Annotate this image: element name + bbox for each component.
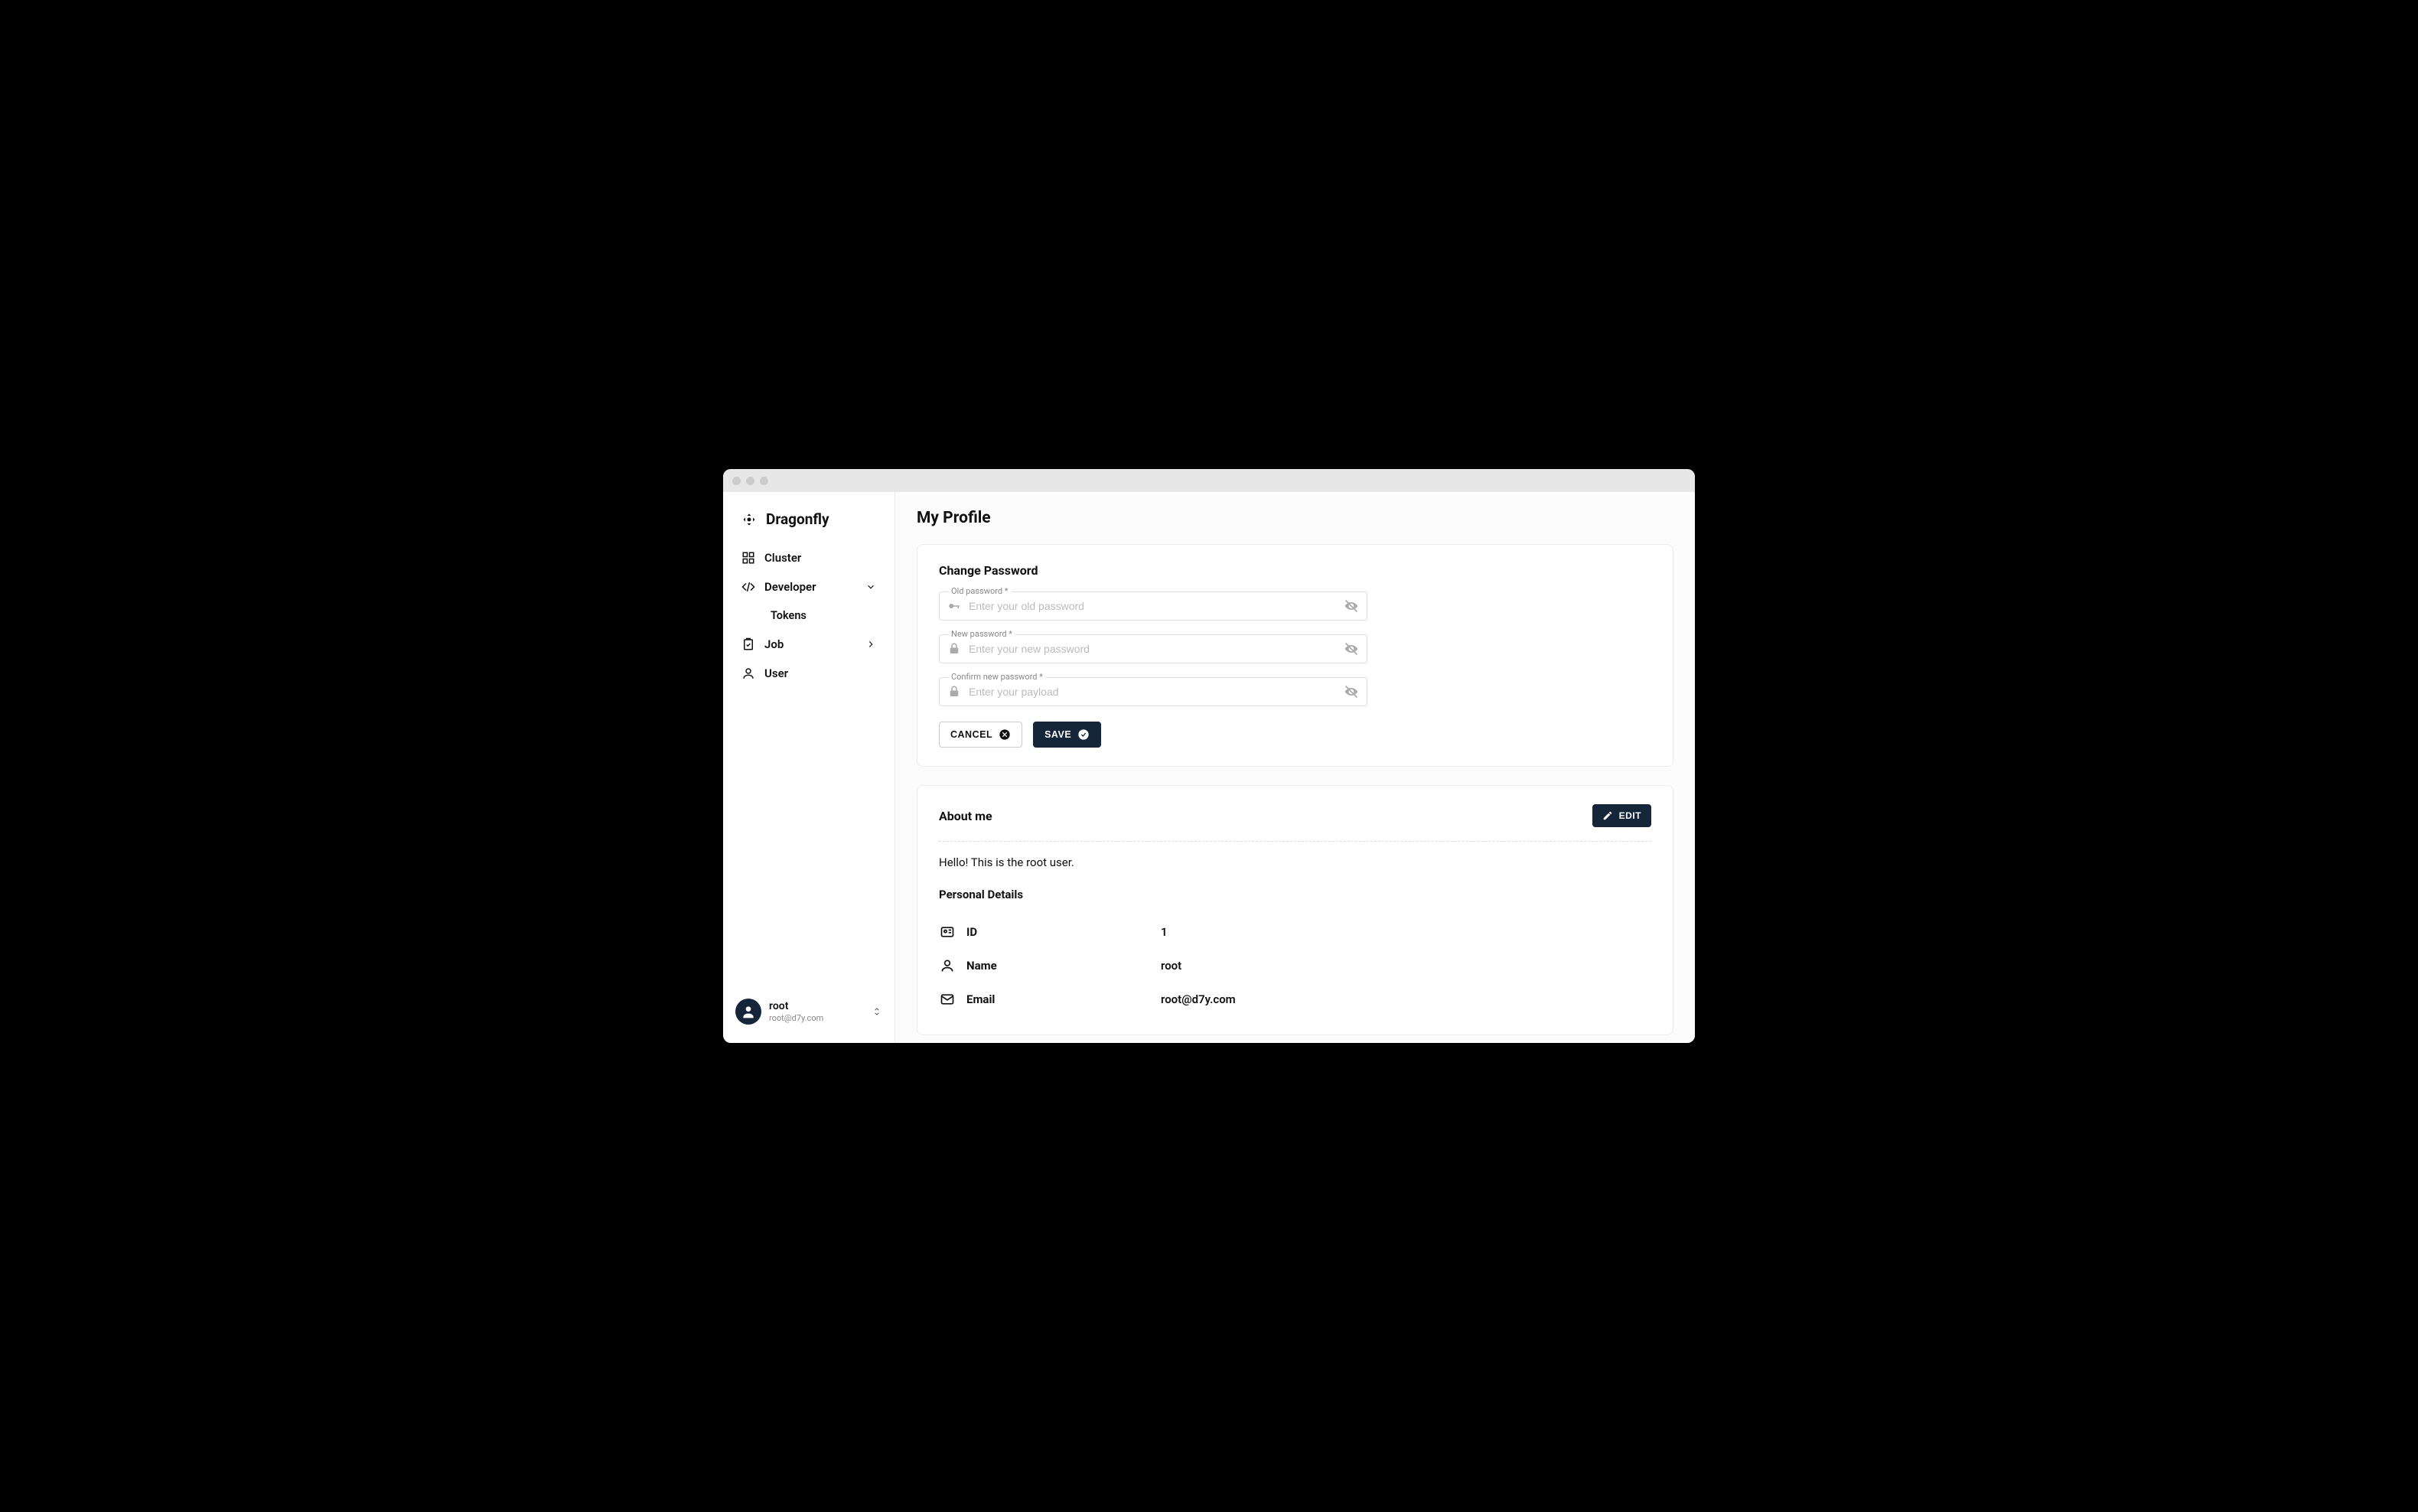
cancel-circle-icon <box>999 728 1011 741</box>
window-titlebar <box>723 469 1695 492</box>
detail-row-id: ID 1 <box>939 915 1651 949</box>
sidebar-item-label: Developer <box>764 580 816 594</box>
detail-value: 1 <box>1161 925 1168 939</box>
clipboard-check-icon <box>741 637 755 651</box>
sidebar-item-cluster[interactable]: Cluster <box>731 543 887 572</box>
old-password-field: Old password * <box>939 591 1367 621</box>
old-password-input[interactable] <box>969 600 1336 612</box>
sidebar-item-label: Cluster <box>764 551 801 565</box>
dragonfly-logo-icon <box>741 512 757 527</box>
lock-icon <box>947 685 961 699</box>
user-icon <box>741 666 755 680</box>
window-minimize-dot[interactable] <box>746 477 754 485</box>
cancel-button[interactable]: CANCEL <box>939 722 1022 748</box>
code-icon <box>741 580 755 594</box>
mail-icon <box>939 992 956 1007</box>
sidebar-item-label: User <box>764 666 788 680</box>
detail-row-email: Email root@d7y.com <box>939 982 1651 1016</box>
page-title: My Profile <box>917 509 1673 527</box>
field-label: Confirm new password * <box>948 672 1046 682</box>
detail-value: root <box>1161 959 1181 973</box>
detail-row-name: Name root <box>939 949 1651 982</box>
confirm-password-input[interactable] <box>969 686 1336 698</box>
about-me-title: About me <box>939 809 992 823</box>
edit-button[interactable]: EDIT <box>1592 804 1651 827</box>
avatar <box>735 999 761 1025</box>
sidebar-nav: Cluster Developer Tokens <box>723 543 895 991</box>
about-me-card: About me EDIT Hello! This is the root us… <box>917 785 1673 1035</box>
user-footer-text: root root@d7y.com <box>769 1000 823 1023</box>
detail-label: Name <box>966 959 1150 973</box>
cluster-icon <box>741 551 755 565</box>
detail-label: ID <box>966 925 1150 939</box>
field-label: Old password * <box>948 586 1012 596</box>
brand-label: Dragonfly <box>766 510 829 528</box>
save-button[interactable]: SAVE <box>1033 722 1101 748</box>
lock-icon <box>947 642 961 656</box>
user-footer-email: root@d7y.com <box>769 1013 823 1023</box>
change-password-card: Change Password Old password * New <box>917 544 1673 767</box>
chevron-down-icon <box>865 582 876 592</box>
sidebar-item-job[interactable]: Job <box>731 630 887 659</box>
check-circle-icon <box>1077 728 1090 741</box>
button-label: CANCEL <box>950 729 992 740</box>
sidebar-item-label: Job <box>764 637 784 651</box>
button-label: SAVE <box>1044 729 1071 740</box>
field-label: New password * <box>948 629 1015 639</box>
visibility-off-icon[interactable] <box>1344 598 1359 614</box>
new-password-field: New password * <box>939 634 1367 663</box>
sort-icon <box>872 1006 882 1017</box>
window-close-dot[interactable] <box>732 477 741 485</box>
confirm-password-field: Confirm new password * <box>939 677 1367 706</box>
key-icon <box>947 599 961 613</box>
window-maximize-dot[interactable] <box>760 477 768 485</box>
id-card-icon <box>939 924 956 940</box>
sidebar-item-developer[interactable]: Developer <box>731 572 887 601</box>
sidebar-item-label: Tokens <box>771 609 807 622</box>
visibility-off-icon[interactable] <box>1344 641 1359 657</box>
sidebar: Dragonfly Cluster Developer <box>723 492 895 1043</box>
sidebar-item-user[interactable]: User <box>731 659 887 688</box>
sidebar-subitem-tokens[interactable]: Tokens <box>731 601 887 630</box>
form-actions: CANCEL SAVE <box>939 722 1651 748</box>
detail-value: root@d7y.com <box>1161 992 1236 1006</box>
about-hello-text: Hello! This is the root user. <box>939 855 1651 869</box>
pencil-icon <box>1602 810 1613 821</box>
detail-label: Email <box>966 992 1150 1006</box>
main-content: My Profile Change Password Old password … <box>895 492 1695 1043</box>
user-footer-name: root <box>769 1000 823 1013</box>
change-password-title: Change Password <box>939 563 1651 578</box>
app-window: Dragonfly Cluster Developer <box>723 469 1695 1043</box>
button-label: EDIT <box>1619 810 1641 821</box>
personal-details-title: Personal Details <box>939 888 1651 901</box>
new-password-input[interactable] <box>969 643 1336 655</box>
visibility-off-icon[interactable] <box>1344 684 1359 699</box>
user-icon <box>939 958 956 973</box>
chevron-right-icon <box>865 639 876 650</box>
brand: Dragonfly <box>723 510 895 543</box>
sidebar-user-footer[interactable]: root root@d7y.com <box>723 991 895 1032</box>
